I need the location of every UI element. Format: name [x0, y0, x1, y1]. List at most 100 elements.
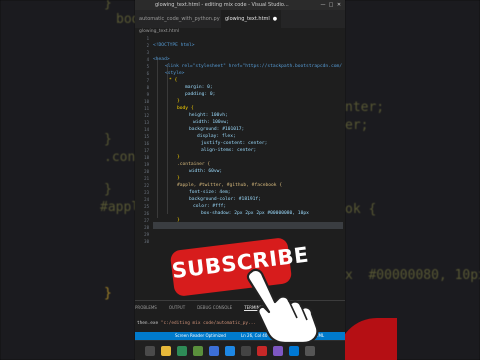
line-number: 19 — [144, 162, 149, 167]
bg-text: } — [104, 0, 112, 11]
indent-guide — [167, 64, 168, 214]
code-line: #apple, #twitter, #github, #facebook { — [177, 183, 283, 188]
search-icon[interactable] — [145, 346, 155, 356]
current-line-highlight — [153, 222, 343, 229]
terminal-path: "c:/editing mix code/automatic_py... — [160, 321, 256, 326]
background-editor-right: nter; er; ok { x #00000080, 10px — [345, 0, 480, 360]
line-number: 26 — [144, 211, 149, 216]
line-number: 27 — [144, 218, 149, 223]
indent-guide — [157, 58, 158, 218]
line-number: 2 — [146, 43, 149, 48]
line-number: 17 — [144, 148, 149, 153]
code-line: justify-content: center; — [201, 141, 268, 146]
line-number: 24 — [144, 197, 149, 202]
line-number: 6 — [146, 71, 149, 76]
tab-problems[interactable]: PROBLEMS — [135, 305, 157, 310]
minimize-button[interactable]: — — [319, 0, 327, 10]
bg-text: er; — [345, 118, 369, 133]
window-controls: — □ ✕ — [319, 0, 343, 10]
line-number: 11 — [144, 106, 149, 111]
app-icon[interactable] — [305, 346, 315, 356]
line-number: 23 — [144, 190, 149, 195]
bg-text: ok { — [345, 202, 377, 217]
terminal-prefix: then.exe — [137, 321, 159, 326]
code-line: } — [177, 155, 180, 160]
bg-text: body — [116, 12, 135, 27]
pointing-hand-icon — [246, 268, 319, 344]
tab-label: glowing_text.html — [225, 16, 270, 22]
breadcrumb[interactable]: glowing_text.html — [135, 28, 345, 36]
editor-tabs: automatic_code_with_python.py glowing_te… — [135, 10, 345, 28]
code-line: margin: 0; — [185, 85, 213, 90]
vscode-icon[interactable] — [289, 346, 299, 356]
code-line: box-shadow: 2px 2px 2px #00000080, 10px — [201, 211, 309, 216]
code-line: <link rel="stylesheet" href="https://sta… — [165, 64, 343, 69]
code-line: height: 100vh; — [189, 113, 228, 118]
app-icon[interactable] — [273, 346, 283, 356]
bg-text: .cont — [104, 150, 135, 165]
line-number: 22 — [144, 183, 149, 188]
line-number: 5 — [146, 64, 149, 69]
line-number: 29 — [144, 232, 149, 237]
line-number: 13 — [144, 120, 149, 125]
folder-icon[interactable] — [161, 346, 171, 356]
bg-text: } — [104, 182, 112, 197]
line-number: 7 — [146, 78, 149, 83]
line-number: 25 — [144, 204, 149, 209]
bg-text: } — [104, 286, 112, 301]
app-icon[interactable] — [177, 346, 187, 356]
chrome-icon[interactable] — [225, 346, 235, 356]
tab-glowing-text[interactable]: glowing_text.html ● — [221, 10, 282, 28]
line-number: 20 — [144, 169, 149, 174]
tab-label: automatic_code_with_python.py — [139, 16, 220, 22]
bg-text: } — [104, 132, 112, 147]
code-line: background-color: #18191f; — [189, 197, 261, 202]
minecraft-icon[interactable] — [193, 346, 203, 356]
code-line: <head> — [153, 57, 170, 62]
title-bar: glowing_text.html - editing mix code - V… — [135, 0, 345, 10]
code-line: } — [177, 99, 180, 104]
code-line: <!DOCTYPE html> — [153, 43, 195, 48]
line-number: 12 — [144, 113, 149, 118]
background-editor-left: } body } .cont } #appl } — [0, 0, 135, 360]
code-line: font-size: 4em; — [189, 190, 231, 195]
line-number: 10 — [144, 99, 149, 104]
code-line: } — [177, 218, 180, 223]
photos-icon[interactable] — [209, 346, 219, 356]
code-line: align-items: center; — [201, 148, 257, 153]
tab-debug-console[interactable]: DEBUG CONSOLE — [197, 305, 232, 310]
unsaved-dot-icon: ● — [272, 16, 278, 22]
tab-output[interactable]: OUTPUT — [169, 305, 185, 310]
code-line: .container { — [177, 162, 211, 167]
line-number: 3 — [146, 50, 149, 55]
line-number: 18 — [144, 155, 149, 160]
close-button[interactable]: ✕ — [335, 0, 343, 10]
code-line: display: flex; — [197, 134, 236, 139]
code-line: } — [177, 176, 180, 181]
window-title: glowing_text.html - editing mix code - V… — [155, 2, 289, 8]
screen-reader-status[interactable]: Screen Reader Optimized — [175, 332, 226, 340]
line-number: 28 — [144, 225, 149, 230]
terminal-output[interactable]: then.exe "c:/editing mix code/automatic_… — [137, 321, 256, 326]
app-icon[interactable] — [241, 346, 251, 356]
code-line: background: #101017; — [189, 127, 245, 132]
line-number: 8 — [146, 85, 149, 90]
line-number: 21 — [144, 176, 149, 181]
tab-automatic-code[interactable]: automatic_code_with_python.py — [135, 10, 224, 28]
line-number: 14 — [144, 127, 149, 132]
line-number: 4 — [146, 57, 149, 62]
code-line: width: 60vw; — [189, 169, 223, 174]
code-line: width: 100vw; — [193, 120, 229, 125]
line-number: 30 — [144, 239, 149, 244]
code-line: <style> — [165, 71, 185, 76]
line-number: 9 — [146, 92, 149, 97]
app-icon[interactable] — [257, 346, 267, 356]
line-number: 16 — [144, 141, 149, 146]
bg-text: x #00000080, 10px — [345, 268, 480, 283]
maximize-button[interactable]: □ — [327, 0, 335, 10]
line-number: 1 — [146, 36, 149, 41]
code-line: padding: 0; — [185, 92, 216, 97]
code-line: * { — [169, 78, 178, 83]
code-line: body { — [177, 106, 194, 111]
bg-text: #appl — [100, 200, 135, 215]
